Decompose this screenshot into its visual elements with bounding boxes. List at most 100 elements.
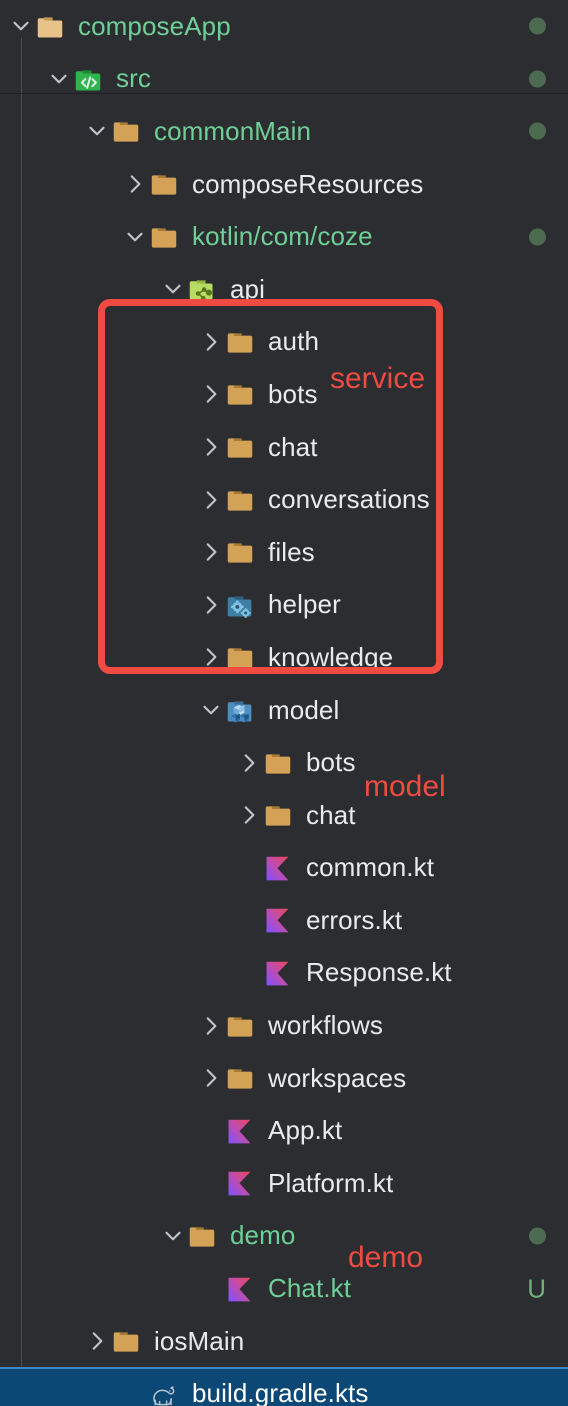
vcs-unversioned-marker: U	[527, 1273, 546, 1304]
folder-package-icon	[186, 274, 220, 304]
tree-row-label: chat	[306, 799, 356, 830]
vcs-status-dot	[529, 122, 546, 140]
tree-row-label: kotlin/com/coze	[192, 221, 373, 252]
annotation-model-label: model	[364, 770, 446, 803]
tree-row[interactable]: conversations	[0, 473, 568, 526]
chevron-right-icon[interactable]	[198, 539, 224, 565]
kotlin-file-icon	[262, 853, 296, 883]
tree-row[interactable]: workspaces	[0, 1052, 568, 1105]
folder-module-icon	[34, 11, 68, 41]
tree-row[interactable]: model	[0, 684, 568, 737]
chevron-down-icon[interactable]	[46, 66, 72, 92]
tree-row-label: common.kt	[306, 852, 435, 883]
tree-row[interactable]: bots	[0, 736, 568, 789]
tree-row[interactable]: Response.kt	[0, 947, 568, 1000]
tree-row[interactable]: helper	[0, 579, 568, 632]
chevron-placeholder	[198, 1118, 224, 1144]
tree-row-label: conversations	[268, 484, 430, 515]
chevron-down-icon[interactable]	[160, 276, 186, 302]
tree-row[interactable]: common.kt	[0, 842, 568, 895]
tree-row-label: auth	[268, 326, 320, 357]
folder-icon	[224, 1063, 258, 1093]
tree-row[interactable]: Chat.kt U	[0, 1262, 568, 1315]
annotation-service-clip: service	[330, 362, 450, 404]
tree-row[interactable]: chat	[0, 421, 568, 474]
tree-row-label: composeApp	[78, 10, 231, 41]
folder-icon	[148, 222, 182, 252]
kotlin-file-icon	[224, 1274, 258, 1304]
folder-icon	[262, 748, 296, 778]
annotation-service-label: service	[330, 362, 426, 395]
tree-row-label: App.kt	[268, 1115, 343, 1146]
tree-row-label: errors.kt	[306, 904, 403, 935]
tree-row-label: demo	[230, 1220, 296, 1251]
tree-row-label: Response.kt	[306, 957, 452, 988]
kotlin-file-icon	[262, 958, 296, 988]
folder-icon	[224, 379, 258, 409]
chevron-right-icon[interactable]	[198, 434, 224, 460]
tree-row[interactable]: commonMain	[0, 105, 568, 158]
tree-row[interactable]: composeApp	[0, 0, 568, 53]
folder-icon	[110, 1326, 144, 1356]
tree-row-label: api	[230, 273, 265, 304]
folder-icon	[262, 800, 296, 830]
folder-icon	[224, 327, 258, 357]
chevron-down-icon[interactable]	[84, 118, 110, 144]
chevron-right-icon[interactable]	[198, 644, 224, 670]
tree-row-label: chat	[268, 431, 318, 462]
chevron-right-icon[interactable]	[198, 1013, 224, 1039]
vcs-status-dot	[529, 17, 546, 35]
chevron-right-icon[interactable]	[236, 750, 262, 776]
chevron-right-icon[interactable]	[198, 329, 224, 355]
tree-row[interactable]: iosMain	[0, 1315, 568, 1368]
vcs-status-dot	[529, 70, 546, 88]
tree-row[interactable]: App.kt	[0, 1104, 568, 1157]
chevron-down-icon[interactable]	[160, 1223, 186, 1249]
tree-row[interactable]: Platform.kt	[0, 1157, 568, 1210]
chevron-right-icon[interactable]	[198, 487, 224, 513]
tree-row[interactable]: files	[0, 526, 568, 579]
folder-icon	[224, 642, 258, 672]
tree-row[interactable]: build.gradle.kts	[0, 1367, 568, 1406]
folder-icon	[224, 432, 258, 462]
tree-row-label: bots	[306, 747, 356, 778]
tree-row[interactable]: bots	[0, 368, 568, 421]
tree-row-label: model	[268, 694, 340, 725]
tree-row-label: iosMain	[154, 1325, 245, 1356]
annotation-demo-label: demo	[348, 1241, 424, 1274]
tree-row[interactable]: auth	[0, 316, 568, 369]
tree-row[interactable]: chat	[0, 789, 568, 842]
folder-icon	[224, 1011, 258, 1041]
tree-row-label: Platform.kt	[268, 1167, 394, 1198]
chevron-right-icon[interactable]	[122, 171, 148, 197]
folder-icon	[224, 485, 258, 515]
chevron-right-icon[interactable]	[84, 1328, 110, 1354]
tree-row[interactable]: errors.kt	[0, 894, 568, 947]
tree-row-label: files	[268, 536, 315, 567]
tree-row-label: knowledge	[268, 641, 394, 672]
tree-row-label: bots	[268, 378, 318, 409]
vcs-status-dot	[529, 228, 546, 246]
chevron-down-icon[interactable]	[8, 13, 34, 39]
chevron-down-icon[interactable]	[122, 224, 148, 250]
tree-row[interactable]: kotlin/com/coze	[0, 210, 568, 263]
chevron-placeholder	[236, 907, 262, 933]
tree-row-label: composeResources	[192, 168, 424, 199]
tree-row[interactable]: workflows	[0, 999, 568, 1052]
tree-row[interactable]: knowledge	[0, 631, 568, 684]
chevron-right-icon[interactable]	[198, 381, 224, 407]
tree-row[interactable]: demo	[0, 1210, 568, 1263]
chevron-right-icon[interactable]	[198, 592, 224, 618]
tree-row-label: build.gradle.kts	[192, 1378, 369, 1406]
chevron-right-icon[interactable]	[236, 802, 262, 828]
tree-row-label: helper	[268, 589, 341, 620]
chevron-placeholder	[236, 855, 262, 881]
tree-row[interactable]: api	[0, 263, 568, 316]
chevron-right-icon[interactable]	[198, 1065, 224, 1091]
folder-gears-icon	[224, 590, 258, 620]
chevron-down-icon[interactable]	[198, 697, 224, 723]
chevron-placeholder	[122, 1381, 148, 1406]
tree-row[interactable]: composeResources	[0, 158, 568, 211]
tree-row[interactable]: src	[0, 53, 568, 106]
project-file-tree[interactable]: composeApp src commonMain composeResources k…	[0, 0, 568, 1406]
